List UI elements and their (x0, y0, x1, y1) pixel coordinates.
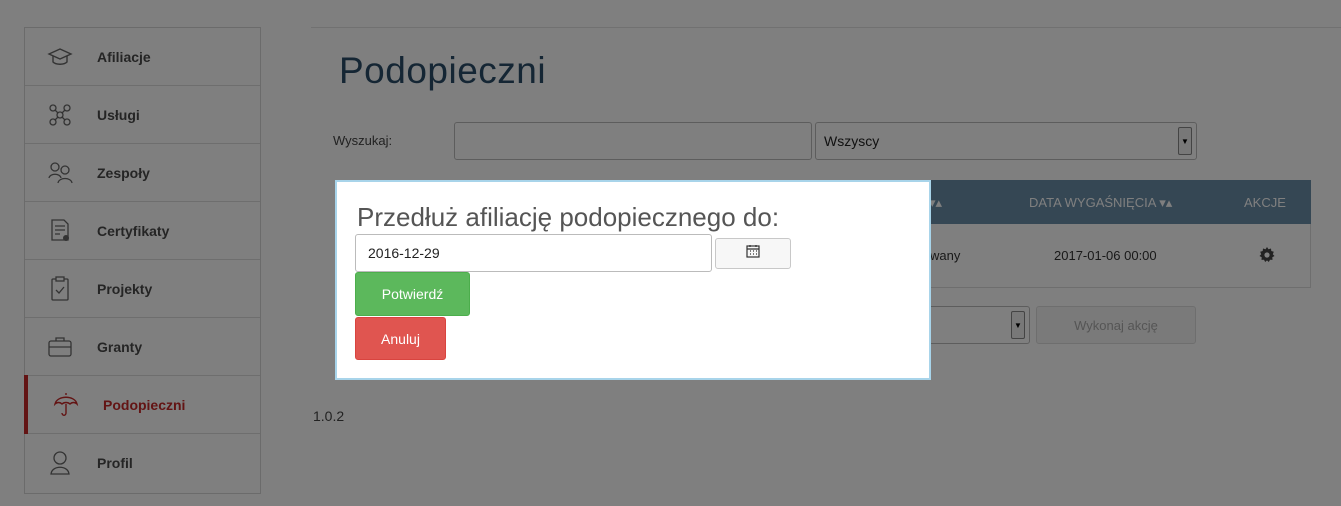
date-input[interactable]: 2016-12-29 (355, 234, 712, 272)
extend-affiliation-dialog: Przedłuż afiliację podopiecznego do: 201… (335, 180, 931, 380)
calendar-icon (746, 244, 760, 263)
calendar-button[interactable] (715, 238, 791, 269)
cancel-button[interactable]: Anuluj (355, 317, 446, 360)
dialog-title: Przedłuż afiliację podopiecznego do: (357, 202, 780, 232)
confirm-button[interactable]: Potwierdź (355, 272, 470, 316)
